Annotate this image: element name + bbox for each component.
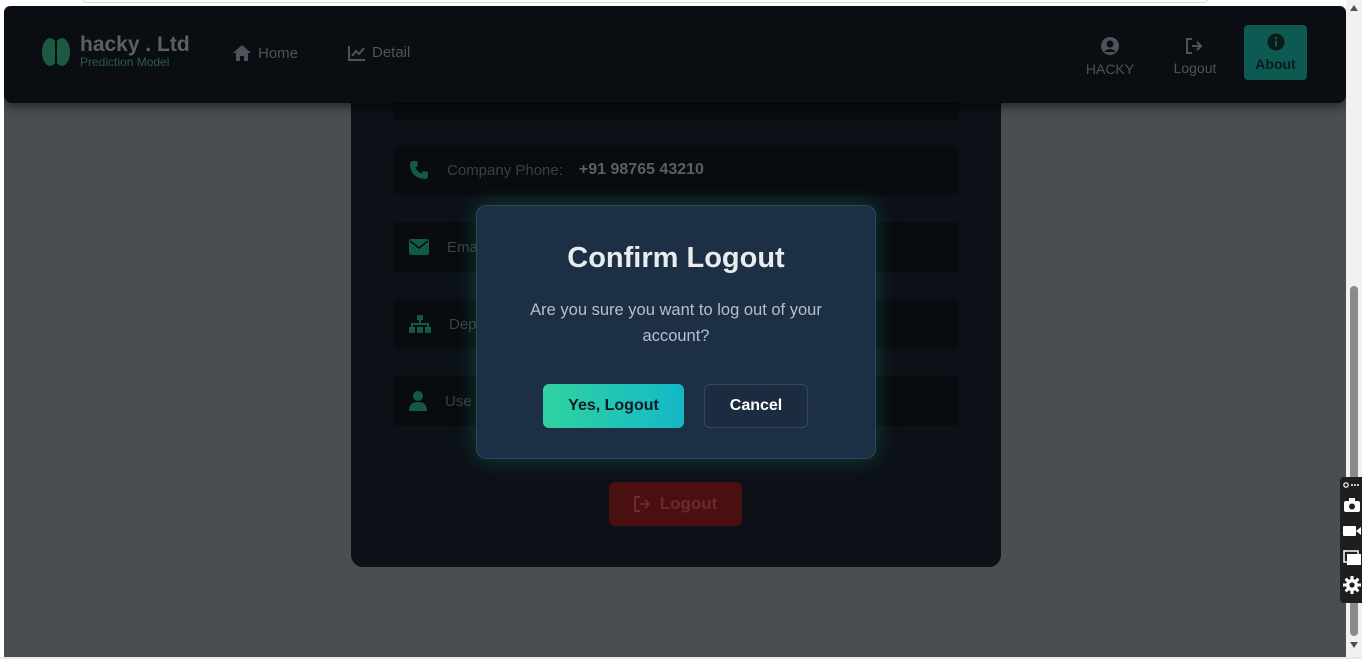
nav-home-label: Home (258, 44, 299, 62)
phone-icon (410, 161, 428, 179)
user-circle-icon (1101, 36, 1119, 55)
brand[interactable]: hacky . Ltd Prediction Model (42, 34, 190, 69)
nav-logout-button[interactable]: Logout (1163, 30, 1227, 82)
user-icon (409, 391, 427, 411)
confirm-logout-button[interactable]: Yes, Logout (543, 384, 684, 428)
phone-label: Company Phone: (447, 161, 563, 179)
sign-out-icon (1186, 37, 1203, 54)
cancel-button[interactable]: Cancel (704, 384, 808, 428)
gear-icon[interactable] (1343, 576, 1361, 594)
side-toolbar (1340, 477, 1362, 603)
nav-detail-link[interactable]: Detail (348, 44, 410, 61)
scroll-up-arrow-icon[interactable] (1350, 5, 1358, 11)
nav-about-label: About (1255, 56, 1296, 72)
nav-home-link[interactable]: Home (232, 44, 298, 62)
link-icon[interactable] (1343, 480, 1359, 490)
address-bar[interactable] (82, 0, 1208, 3)
user-label: Use (445, 392, 472, 410)
video-camera-icon[interactable] (1343, 524, 1361, 538)
nav-detail-label: Detail (372, 44, 411, 61)
brain-logo-icon (42, 37, 70, 66)
card-logout-label: Logout (659, 494, 718, 513)
scroll-down-arrow-icon[interactable] (1350, 642, 1358, 648)
navbar: hacky . Ltd Prediction Model Home Detail (4, 6, 1346, 103)
chart-line-icon (348, 45, 365, 61)
page-viewport: hacky . Ltd Prediction Model Home Detail (4, 6, 1346, 657)
nav-user-button[interactable]: HACKY (1078, 30, 1142, 82)
brand-subtitle: Prediction Model (80, 55, 170, 69)
envelope-icon (409, 239, 429, 255)
nav-logout-label: Logout (1173, 59, 1217, 76)
profile-field-phone: Company Phone: +91 98765 43210 (393, 145, 959, 195)
brand-title: hacky . Ltd (80, 33, 190, 56)
sitemap-icon (409, 315, 431, 333)
modal-message: Are you sure you want to log out of your… (530, 301, 822, 345)
window-icon[interactable] (1343, 550, 1361, 566)
confirm-logout-modal: Confirm Logout Are you sure you want to … (476, 205, 876, 459)
sign-out-icon (633, 496, 651, 512)
info-circle-icon (1267, 33, 1284, 51)
nav-user-label: HACKY (1085, 60, 1135, 77)
camera-icon[interactable] (1343, 497, 1361, 513)
home-icon (233, 45, 251, 61)
nav-about-button[interactable]: About (1244, 25, 1307, 80)
phone-value: +91 98765 43210 (578, 161, 704, 178)
modal-title: Confirm Logout (567, 242, 785, 274)
card-logout-button[interactable]: Logout (609, 482, 742, 526)
modal-actions: Yes, Logout Cancel (477, 384, 877, 429)
email-label: Ema (447, 238, 478, 256)
department-label: Dep (449, 315, 477, 333)
